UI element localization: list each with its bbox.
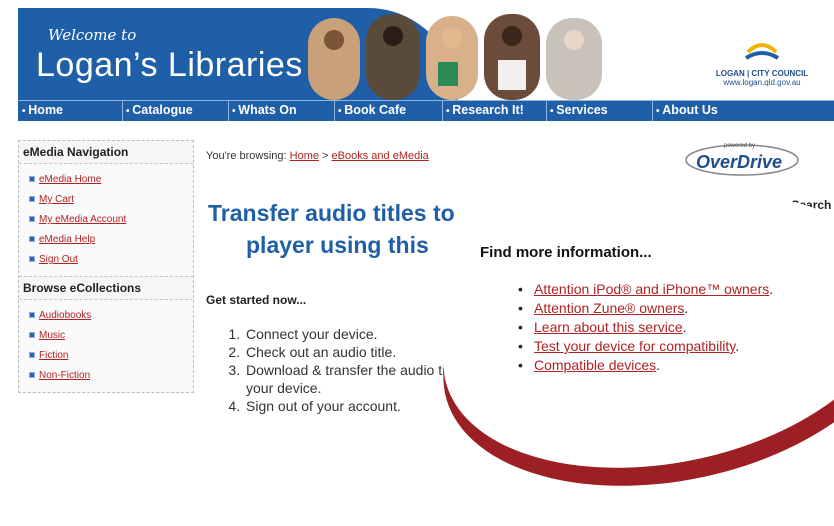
sidebar-item-label[interactable]: Non-Fiction	[39, 370, 90, 381]
link-suffix: .	[682, 319, 687, 335]
emedia-navigation-list: eMedia Home My Cart My eMedia Account eM…	[19, 164, 193, 276]
emedia-navigation-heading: eMedia Navigation	[19, 141, 193, 164]
link-suffix: .	[769, 281, 774, 297]
breadcrumb-separator: >	[322, 150, 329, 162]
get-started-heading: Get started now...	[206, 293, 307, 307]
sidebar-item-emedia-help[interactable]: eMedia Help	[29, 230, 193, 250]
sidebar-item-non-fiction[interactable]: Non-Fiction	[29, 366, 193, 386]
logan-city-council-logo[interactable]: LOGAN | CITY COUNCIL www.logan.qld.gov.a…	[702, 38, 822, 98]
page-heading-line1: Transfer audio titles to	[208, 200, 455, 226]
popup-title: Find more information...	[480, 244, 652, 261]
popup-list-item: Test your device for compatibility.	[516, 337, 796, 356]
page-heading-line2: player using this	[246, 232, 429, 258]
sidebar-item-music[interactable]: Music	[29, 326, 193, 346]
overdrive-wordmark: OverDrive	[696, 152, 783, 172]
bullet-icon	[29, 352, 35, 358]
bullet-icon	[29, 256, 35, 262]
sidebar-item-label[interactable]: My eMedia Account	[39, 214, 126, 225]
breadcrumb: You're browsing: Home > eBooks and eMedi…	[206, 150, 429, 162]
site-header: Welcome to Logan’s Libraries LOGAN | CIT…	[18, 8, 834, 100]
link-test-device-compatibility[interactable]: Test your device for compatibility	[534, 338, 735, 354]
popup-list-item: Learn about this service.	[516, 318, 796, 337]
link-zune-owners[interactable]: Attention Zune® owners	[534, 300, 684, 316]
bullet-icon	[29, 372, 35, 378]
nav-home[interactable]: Home	[22, 103, 63, 117]
sidebar-item-label[interactable]: Fiction	[39, 350, 68, 361]
link-ipod-iphone-owners[interactable]: Attention iPod® and iPhone™ owners	[534, 281, 769, 297]
sidebar-item-label[interactable]: Music	[39, 330, 65, 341]
sidebar-item-label[interactable]: Audiobooks	[39, 310, 91, 321]
popup-list-item: Attention Zune® owners.	[516, 299, 796, 318]
bullet-icon	[29, 332, 35, 338]
bullet-icon	[29, 176, 35, 182]
sidebar-item-label[interactable]: My Cart	[39, 194, 74, 205]
bullet-icon	[29, 312, 35, 318]
nav-divider	[228, 101, 229, 121]
browse-ecollections-heading: Browse eCollections	[19, 276, 193, 300]
header-people-photos	[308, 14, 602, 100]
main-nav: Home Catalogue Whats On Book Cafe Resear…	[18, 100, 834, 121]
sidebar-item-sign-out[interactable]: Sign Out	[29, 250, 193, 270]
link-suffix: .	[684, 300, 689, 316]
overdrive-logo[interactable]: powered by OverDrive	[682, 140, 802, 178]
emedia-sidebar: eMedia Navigation eMedia Home My Cart My…	[18, 140, 194, 404]
link-suffix: .	[656, 357, 661, 373]
nav-divider	[442, 101, 443, 121]
nav-research-it[interactable]: Research It!	[446, 103, 524, 117]
popup-list-item: Attention iPod® and iPhone™ owners.	[516, 280, 796, 299]
sidebar-item-my-emedia-account[interactable]: My eMedia Account	[29, 210, 193, 230]
nav-catalogue[interactable]: Catalogue	[126, 103, 192, 117]
sidebar-item-label[interactable]: eMedia Home	[39, 174, 101, 185]
link-compatible-devices[interactable]: Compatible devices	[534, 357, 656, 373]
breadcrumb-home-link[interactable]: Home	[290, 150, 319, 162]
overdrive-powered-by: powered by	[724, 143, 756, 149]
sidebar-item-emedia-home[interactable]: eMedia Home	[29, 170, 193, 190]
breadcrumb-current-link[interactable]: eBooks and eMedia	[332, 150, 429, 162]
link-suffix: .	[735, 338, 740, 354]
sidebar-item-label[interactable]: Sign Out	[39, 254, 78, 265]
link-learn-about-service[interactable]: Learn about this service	[534, 319, 683, 335]
breadcrumb-prefix: You're browsing:	[206, 150, 287, 162]
nav-divider	[546, 101, 547, 121]
ecollections-list: Audiobooks Music Fiction Non-Fiction	[19, 300, 193, 392]
nav-about-us[interactable]: About Us	[656, 103, 718, 117]
logo-text: LOGAN | CITY COUNCIL	[715, 69, 809, 78]
site-title[interactable]: Logan’s Libraries	[36, 46, 303, 85]
sidebar-item-my-cart[interactable]: My Cart	[29, 190, 193, 210]
sidebar-item-fiction[interactable]: Fiction	[29, 346, 193, 366]
council-emblem-icon	[744, 43, 780, 60]
popup-links-list: Attention iPod® and iPhone™ owners. Atte…	[516, 280, 796, 375]
nav-divider	[122, 101, 123, 121]
emedia-navigation-box: eMedia Navigation eMedia Home My Cart My…	[18, 140, 194, 393]
bullet-icon	[29, 196, 35, 202]
welcome-text: Welcome to	[48, 26, 137, 44]
nav-whats-on[interactable]: Whats On	[232, 103, 296, 117]
nav-services[interactable]: Services	[550, 103, 607, 117]
sidebar-item-audiobooks[interactable]: Audiobooks	[29, 306, 193, 326]
steps-list: Connect your device. Check out an audio …	[206, 325, 484, 415]
popup-list-item: Compatible devices.	[516, 356, 796, 375]
nav-divider	[652, 101, 653, 121]
logo-url: www.logan.qld.gov.au	[723, 78, 801, 87]
nav-divider	[334, 101, 335, 121]
nav-book-cafe[interactable]: Book Cafe	[338, 103, 406, 117]
bullet-icon	[29, 216, 35, 222]
bullet-icon	[29, 236, 35, 242]
sidebar-item-label[interactable]: eMedia Help	[39, 234, 95, 245]
